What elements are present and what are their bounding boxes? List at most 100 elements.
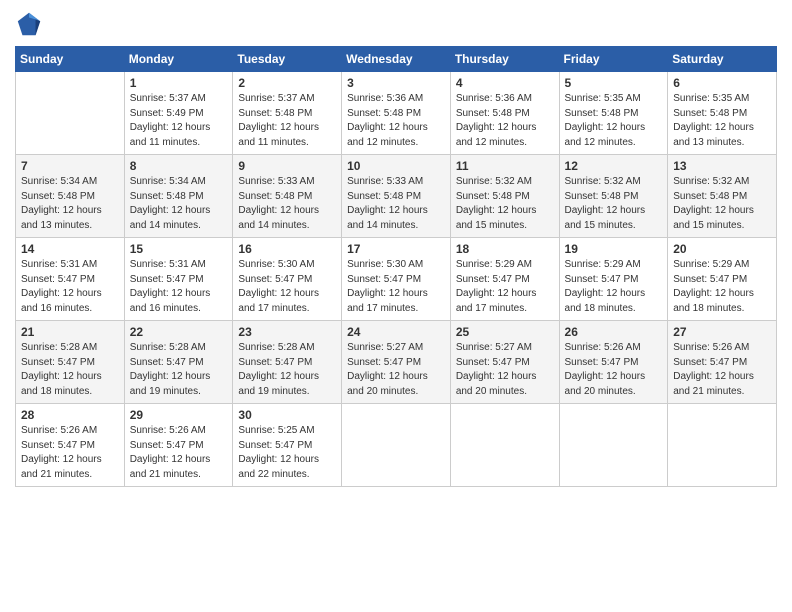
calendar-cell	[342, 404, 451, 487]
calendar-cell: 19 Sunrise: 5:29 AMSunset: 5:47 PMDayligh…	[559, 238, 668, 321]
day-number: 28	[21, 408, 119, 422]
day-number: 22	[130, 325, 228, 339]
calendar-header-row: SundayMondayTuesdayWednesdayThursdayFrid…	[16, 47, 777, 72]
calendar-cell: 7 Sunrise: 5:34 AMSunset: 5:48 PMDaylight…	[16, 155, 125, 238]
logo	[15, 10, 47, 38]
day-info: Sunrise: 5:32 AMSunset: 5:48 PMDaylight:…	[565, 175, 663, 233]
day-number: 20	[673, 242, 771, 256]
calendar-week-row: 14 Sunrise: 5:31 AMSunset: 5:47 PMDayligh…	[16, 238, 777, 321]
calendar-cell: 9 Sunrise: 5:33 AMSunset: 5:48 PMDaylight…	[233, 155, 342, 238]
calendar-cell	[16, 72, 125, 155]
day-number: 26	[565, 325, 663, 339]
day-info: Sunrise: 5:36 AMSunset: 5:48 PMDaylight:…	[456, 92, 554, 150]
calendar-week-row: 1 Sunrise: 5:37 AMSunset: 5:49 PMDaylight…	[16, 72, 777, 155]
day-info: Sunrise: 5:34 AMSunset: 5:48 PMDaylight:…	[130, 175, 228, 233]
day-info: Sunrise: 5:27 AMSunset: 5:47 PMDaylight:…	[456, 341, 554, 399]
calendar-cell: 15Sunrise: 5:31 AMSunset: 5:47 PMDayligh…	[124, 238, 233, 321]
calendar-cell: 11Sunrise: 5:32 AMSunset: 5:48 PMDayligh…	[450, 155, 559, 238]
calendar-week-row: 21Sunrise: 5:28 AMSunset: 5:47 PMDayligh…	[16, 321, 777, 404]
day-info: Sunrise: 5:37 AMSunset: 5:49 PMDaylight:…	[130, 92, 228, 150]
day-info: Sunrise: 5:29 AMSunset: 5:47 PMDaylight:…	[565, 258, 663, 316]
day-number: 24	[347, 325, 445, 339]
day-info: Sunrise: 5:35 AMSunset: 5:48 PMDaylight:…	[673, 92, 771, 150]
calendar-cell: 6 Sunrise: 5:35 AMSunset: 5:48 PMDaylight…	[668, 72, 777, 155]
day-info: Sunrise: 5:32 AMSunset: 5:48 PMDaylight:…	[673, 175, 771, 233]
calendar-cell: 20 Sunrise: 5:29 AMSunset: 5:47 PMDayligh…	[668, 238, 777, 321]
day-info: Sunrise: 5:29 AMSunset: 5:47 PMDaylight:…	[456, 258, 554, 316]
day-info: Sunrise: 5:26 AMSunset: 5:47 PMDaylight:…	[21, 424, 119, 482]
calendar-cell: 24Sunrise: 5:27 AMSunset: 5:47 PMDayligh…	[342, 321, 451, 404]
calendar-cell: 4 Sunrise: 5:36 AMSunset: 5:48 PMDaylight…	[450, 72, 559, 155]
calendar-cell: 23 Sunrise: 5:28 AMSunset: 5:47 PMDayligh…	[233, 321, 342, 404]
day-number: 15	[130, 242, 228, 256]
day-info: Sunrise: 5:31 AMSunset: 5:47 PMDaylight:…	[21, 258, 119, 316]
day-info: Sunrise: 5:26 AMSunset: 5:47 PMDaylight:…	[673, 341, 771, 399]
day-number: 14	[21, 242, 119, 256]
day-number: 5	[565, 76, 663, 90]
calendar-cell: 25 Sunrise: 5:27 AMSunset: 5:47 PMDayligh…	[450, 321, 559, 404]
calendar-cell: 3 Sunrise: 5:36 AMSunset: 5:48 PMDaylight…	[342, 72, 451, 155]
weekday-header-tuesday: Tuesday	[233, 47, 342, 72]
weekday-header-saturday: Saturday	[668, 47, 777, 72]
day-info: Sunrise: 5:36 AMSunset: 5:48 PMDaylight:…	[347, 92, 445, 150]
day-number: 6	[673, 76, 771, 90]
day-number: 8	[130, 159, 228, 173]
day-number: 12	[565, 159, 663, 173]
calendar-cell: 10Sunrise: 5:33 AMSunset: 5:48 PMDayligh…	[342, 155, 451, 238]
day-number: 9	[238, 159, 336, 173]
calendar-week-row: 7 Sunrise: 5:34 AMSunset: 5:48 PMDaylight…	[16, 155, 777, 238]
day-info: Sunrise: 5:29 AMSunset: 5:47 PMDaylight:…	[673, 258, 771, 316]
calendar-cell: 30 Sunrise: 5:25 AMSunset: 5:47 PMDayligh…	[233, 404, 342, 487]
calendar-cell: 2Sunrise: 5:37 AMSunset: 5:48 PMDaylight…	[233, 72, 342, 155]
calendar-cell: 27 Sunrise: 5:26 AMSunset: 5:47 PMDayligh…	[668, 321, 777, 404]
calendar-cell	[559, 404, 668, 487]
day-info: Sunrise: 5:35 AMSunset: 5:48 PMDaylight:…	[565, 92, 663, 150]
calendar-cell: 28 Sunrise: 5:26 AMSunset: 5:47 PMDayligh…	[16, 404, 125, 487]
day-info: Sunrise: 5:26 AMSunset: 5:47 PMDaylight:…	[130, 424, 228, 482]
day-number: 23	[238, 325, 336, 339]
weekday-header-wednesday: Wednesday	[342, 47, 451, 72]
calendar-week-row: 28 Sunrise: 5:26 AMSunset: 5:47 PMDayligh…	[16, 404, 777, 487]
day-number: 25	[456, 325, 554, 339]
day-number: 1	[130, 76, 228, 90]
day-info: Sunrise: 5:33 AMSunset: 5:48 PMDaylight:…	[347, 175, 445, 233]
calendar-cell: 12 Sunrise: 5:32 AMSunset: 5:48 PMDayligh…	[559, 155, 668, 238]
calendar-table: SundayMondayTuesdayWednesdayThursdayFrid…	[15, 46, 777, 487]
day-number: 7	[21, 159, 119, 173]
weekday-header-monday: Monday	[124, 47, 233, 72]
day-info: Sunrise: 5:25 AMSunset: 5:47 PMDaylight:…	[238, 424, 336, 482]
calendar-cell: 5 Sunrise: 5:35 AMSunset: 5:48 PMDaylight…	[559, 72, 668, 155]
day-number: 16	[238, 242, 336, 256]
day-number: 30	[238, 408, 336, 422]
calendar-cell: 29 Sunrise: 5:26 AMSunset: 5:47 PMDayligh…	[124, 404, 233, 487]
calendar-cell: 21Sunrise: 5:28 AMSunset: 5:47 PMDayligh…	[16, 321, 125, 404]
day-number: 4	[456, 76, 554, 90]
day-info: Sunrise: 5:34 AMSunset: 5:48 PMDaylight:…	[21, 175, 119, 233]
calendar-cell: 8 Sunrise: 5:34 AMSunset: 5:48 PMDaylight…	[124, 155, 233, 238]
day-number: 3	[347, 76, 445, 90]
day-info: Sunrise: 5:30 AMSunset: 5:47 PMDaylight:…	[347, 258, 445, 316]
calendar-cell: 17Sunrise: 5:30 AMSunset: 5:47 PMDayligh…	[342, 238, 451, 321]
calendar-cell: 16 Sunrise: 5:30 AMSunset: 5:47 PMDayligh…	[233, 238, 342, 321]
calendar-cell	[668, 404, 777, 487]
weekday-header-sunday: Sunday	[16, 47, 125, 72]
calendar-cell: 22 Sunrise: 5:28 AMSunset: 5:47 PMDayligh…	[124, 321, 233, 404]
day-info: Sunrise: 5:30 AMSunset: 5:47 PMDaylight:…	[238, 258, 336, 316]
page-header	[15, 10, 777, 38]
day-info: Sunrise: 5:28 AMSunset: 5:47 PMDaylight:…	[238, 341, 336, 399]
day-number: 19	[565, 242, 663, 256]
day-number: 18	[456, 242, 554, 256]
day-number: 11	[456, 159, 554, 173]
day-info: Sunrise: 5:28 AMSunset: 5:47 PMDaylight:…	[21, 341, 119, 399]
day-number: 13	[673, 159, 771, 173]
day-info: Sunrise: 5:28 AMSunset: 5:47 PMDaylight:…	[130, 341, 228, 399]
calendar-cell: 26 Sunrise: 5:26 AMSunset: 5:47 PMDayligh…	[559, 321, 668, 404]
calendar-cell	[450, 404, 559, 487]
day-number: 27	[673, 325, 771, 339]
calendar-cell: 13 Sunrise: 5:32 AMSunset: 5:48 PMDayligh…	[668, 155, 777, 238]
day-info: Sunrise: 5:26 AMSunset: 5:47 PMDaylight:…	[565, 341, 663, 399]
day-number: 29	[130, 408, 228, 422]
day-info: Sunrise: 5:33 AMSunset: 5:48 PMDaylight:…	[238, 175, 336, 233]
calendar-cell: 1 Sunrise: 5:37 AMSunset: 5:49 PMDaylight…	[124, 72, 233, 155]
weekday-header-thursday: Thursday	[450, 47, 559, 72]
